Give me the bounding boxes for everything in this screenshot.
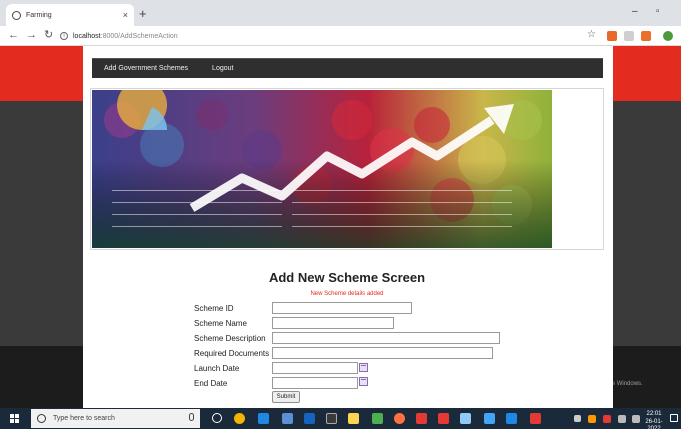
new-tab-button[interactable]: +	[139, 7, 147, 20]
nav-logout[interactable]: Logout	[200, 65, 245, 72]
tray-icon[interactable]	[588, 415, 596, 423]
browser-tab-strip: Farming × + – ▫	[0, 0, 681, 26]
activate-windows-subtitle: Go to Settings to activate Windows.	[548, 381, 643, 387]
extension-icon[interactable]	[624, 31, 634, 41]
clock-date[interactable]: 26-01-2022	[640, 419, 668, 429]
extension-icon[interactable]	[641, 31, 651, 41]
chrome-icon	[12, 10, 21, 20]
tray-icon[interactable]	[574, 415, 581, 422]
required-documents-input[interactable]	[272, 347, 493, 359]
launch-date-input[interactable]	[272, 362, 358, 374]
info-icon[interactable]: i	[60, 32, 68, 40]
url-host: localhost	[73, 32, 101, 40]
app-icon[interactable]	[484, 413, 495, 424]
app-icon[interactable]	[372, 413, 383, 424]
star-icon[interactable]: ☆	[587, 29, 596, 41]
label-end-date: End Date	[194, 379, 228, 388]
scheme-description-input[interactable]	[272, 332, 500, 344]
app-icon[interactable]	[530, 413, 541, 424]
microphone-icon[interactable]	[189, 413, 194, 421]
label-required-documents: Required Documents	[194, 349, 270, 358]
reload-icon[interactable]: ↻	[44, 28, 53, 42]
profile-icon[interactable]	[663, 31, 673, 41]
label-scheme-name: Scheme Name	[194, 319, 247, 328]
nav-add-government-schemes[interactable]: Add Government Schemes	[92, 65, 200, 72]
label-scheme-id: Scheme ID	[194, 304, 234, 313]
calendar-icon[interactable]	[359, 363, 368, 372]
app-icon[interactable]	[506, 413, 517, 424]
submit-button[interactable]: Submit	[272, 391, 300, 403]
calendar-icon[interactable]	[359, 377, 368, 386]
maximize-button[interactable]: ▫	[656, 6, 660, 18]
close-tab-icon[interactable]: ×	[123, 10, 128, 20]
minimize-button[interactable]: –	[632, 6, 638, 18]
top-nav: Add Government Schemes Logout	[92, 58, 603, 78]
app-icon[interactable]	[394, 413, 405, 424]
extension-icon[interactable]	[607, 31, 617, 41]
activate-windows-title: Activate Windows	[548, 368, 612, 377]
task-view-icon[interactable]	[212, 413, 222, 423]
status-message: New Scheme details added	[310, 291, 384, 297]
end-date-input[interactable]	[272, 377, 358, 389]
app-icon[interactable]	[460, 413, 471, 424]
file-explorer-icon[interactable]	[348, 413, 359, 424]
taskbar-search-input[interactable]: Type here to search	[31, 409, 200, 428]
taskbar: Type here to search 22:01 26-01-2022	[0, 408, 681, 429]
browser-tab[interactable]: Farming ×	[6, 4, 134, 26]
back-icon[interactable]: ←	[8, 28, 19, 42]
label-launch-date: Launch Date	[194, 364, 240, 373]
volume-icon[interactable]	[632, 415, 640, 423]
app-icon[interactable]	[304, 413, 315, 424]
terminal-icon[interactable]	[326, 413, 337, 424]
windows-start-icon[interactable]	[10, 414, 20, 424]
label-scheme-description: Scheme Description	[194, 334, 266, 343]
edge-icon[interactable]	[258, 413, 269, 424]
tray-icon[interactable]	[603, 415, 611, 423]
banner-image	[92, 90, 552, 248]
address-bar-row: ← → ↻ i localhost:8000/AddSchemeAction ☆	[0, 26, 681, 46]
scheme-name-input[interactable]	[272, 317, 394, 329]
chrome-taskbar-icon[interactable]	[234, 413, 245, 424]
clock-time[interactable]: 22:01	[640, 411, 668, 418]
tab-title: Farming	[26, 11, 52, 19]
forward-icon[interactable]: →	[26, 28, 37, 42]
app-icon[interactable]	[416, 413, 427, 424]
notification-icon[interactable]	[670, 414, 678, 422]
scheme-id-input[interactable]	[272, 302, 412, 314]
search-icon	[37, 414, 46, 423]
search-placeholder: Type here to search	[53, 415, 115, 422]
app-icon[interactable]	[282, 413, 293, 424]
url-input[interactable]: i localhost:8000/AddSchemeAction	[60, 29, 580, 43]
url-path: :8000/AddSchemeAction	[100, 32, 178, 40]
app-icon[interactable]	[438, 413, 449, 424]
form-title: Add New Scheme Screen	[268, 270, 426, 285]
network-icon[interactable]	[618, 415, 626, 423]
